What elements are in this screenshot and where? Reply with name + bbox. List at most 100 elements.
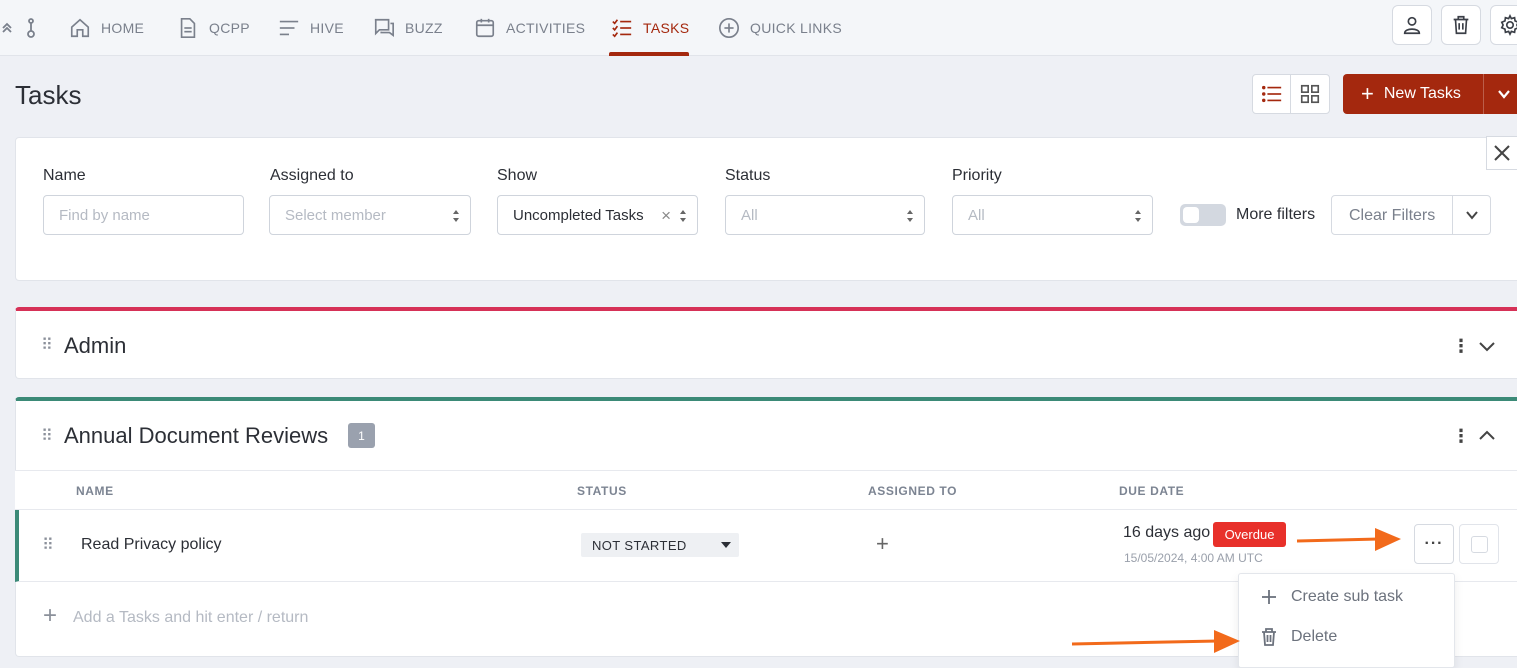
grid-icon — [1300, 84, 1320, 104]
add-task-plus-icon: + — [43, 602, 58, 629]
home-icon — [70, 18, 90, 38]
calendar-icon — [475, 18, 495, 38]
group-title: Annual Document Reviews — [64, 423, 329, 448]
status-filter-value: All — [741, 206, 758, 224]
checklist-icon — [612, 19, 632, 38]
more-filters-toggle[interactable] — [1180, 204, 1226, 226]
expand-group-button[interactable] — [1477, 336, 1497, 356]
task-name[interactable]: Read Privacy policy — [81, 536, 222, 554]
nav-quick-links-label: QUICK LINKS — [750, 20, 842, 36]
sort-arrows-icon — [453, 210, 459, 222]
active-tab-indicator — [609, 52, 689, 56]
nav-activities-label: ACTIVITIES — [506, 20, 586, 36]
group-title: Admin — [64, 333, 127, 358]
column-header-due-date[interactable]: DUE DATE — [1119, 484, 1184, 498]
group-admin — [15, 307, 1517, 379]
new-tasks-button[interactable]: + New Tasks — [1343, 74, 1517, 114]
group-menu-button[interactable]: ⋮ — [1452, 335, 1470, 357]
column-header-name[interactable]: NAME — [76, 484, 114, 498]
nav-hive-label: HIVE — [310, 20, 344, 36]
clear-filters-button[interactable]: Clear Filters — [1331, 195, 1491, 235]
new-tasks-label: New Tasks — [1383, 85, 1461, 102]
nav-qcpp-label: QCPP — [209, 20, 250, 36]
menu-item-delete[interactable]: Delete — [1259, 627, 1337, 647]
grid-view-button[interactable] — [1291, 75, 1329, 113]
gear-icon — [1500, 14, 1517, 36]
nav-qcpp[interactable]: QCPP — [177, 0, 250, 56]
chevron-up-icon — [1479, 430, 1495, 440]
nav-hive[interactable]: HIVE — [278, 0, 344, 56]
assigned-filter-select[interactable]: Select member — [269, 195, 471, 235]
add-task-input[interactable]: Add a Tasks and hit enter / return — [73, 609, 308, 627]
table-header — [15, 470, 1517, 510]
drag-handle-icon[interactable] — [22, 0, 40, 56]
sort-arrows-icon — [1135, 210, 1141, 222]
due-date-absolute: 15/05/2024, 4:00 AM UTC — [1124, 551, 1263, 565]
toggle-knob — [1183, 207, 1199, 223]
complete-task-button[interactable] — [1459, 524, 1499, 564]
clear-filters-dropdown-button[interactable] — [1452, 196, 1491, 234]
nav-buzz-label: BUZZ — [405, 20, 443, 36]
show-filter-label: Show — [497, 167, 538, 184]
drag-handle-icon[interactable]: ⠿ — [41, 426, 53, 446]
trash-icon — [1262, 628, 1276, 646]
list-icon — [1261, 85, 1281, 103]
show-filter-value: Uncompleted Tasks — [513, 206, 644, 224]
task-count-badge: 1 — [348, 423, 375, 448]
status-filter-label: Status — [725, 167, 771, 184]
annotation-arrow-icon — [1071, 630, 1240, 653]
menu-item-create-sub-task[interactable]: Create sub task — [1259, 587, 1403, 607]
document-icon — [180, 18, 196, 38]
settings-button[interactable] — [1490, 5, 1517, 45]
drag-handle-icon[interactable]: ⠿ — [41, 335, 53, 355]
nav-quick-links[interactable]: QUICK LINKS — [718, 0, 842, 56]
clear-value-icon[interactable]: × — [661, 206, 671, 226]
new-tasks-dropdown-button[interactable] — [1483, 74, 1517, 114]
drag-handle-icon[interactable]: ⠿ — [42, 535, 54, 555]
collapse-icon[interactable] — [0, 0, 14, 56]
column-header-assigned[interactable]: ASSIGNED TO — [868, 484, 957, 498]
collapse-group-button[interactable] — [1477, 426, 1497, 446]
show-filter-select[interactable]: Uncompleted Tasks × — [497, 195, 698, 235]
trash-button[interactable] — [1441, 5, 1481, 45]
name-filter-placeholder: Find by name — [59, 206, 150, 224]
assigned-filter-placeholder: Select member — [285, 206, 386, 224]
priority-filter-label: Priority — [952, 167, 1002, 184]
trash-icon — [1453, 15, 1469, 35]
clear-filters-label: Clear Filters — [1349, 207, 1436, 224]
view-toggle — [1252, 74, 1330, 114]
row-more-button[interactable]: ··· — [1414, 524, 1454, 564]
status-value: NOT STARTED — [592, 538, 687, 553]
list-view-button[interactable] — [1253, 75, 1292, 113]
assign-member-button[interactable]: + — [876, 531, 889, 557]
caret-down-icon — [721, 542, 731, 548]
name-filter-label: Name — [43, 167, 86, 184]
nav-buzz[interactable]: BUZZ — [373, 0, 443, 56]
status-filter-select[interactable]: All — [725, 195, 925, 235]
chevron-down-icon — [1479, 342, 1495, 352]
more-filters-label: More filters — [1236, 206, 1316, 223]
overdue-badge: Overdue — [1213, 522, 1286, 547]
chevron-down-icon — [1497, 90, 1510, 99]
menu-item-label: Create sub task — [1291, 588, 1404, 605]
status-dropdown[interactable]: NOT STARTED — [581, 533, 739, 557]
due-date-relative: 16 days ago — [1123, 524, 1211, 541]
table-row[interactable] — [15, 510, 1517, 582]
profile-button[interactable] — [1392, 5, 1432, 45]
nav-activities[interactable]: ACTIVITIES — [474, 0, 585, 56]
nav-home-label: HOME — [101, 20, 145, 36]
checkbox — [1471, 536, 1488, 553]
nav-home[interactable]: HOME — [69, 0, 144, 56]
nav-tasks[interactable]: TASKS — [611, 0, 689, 56]
more-horizontal-icon: ··· — [1424, 535, 1444, 552]
lines-icon — [279, 20, 299, 36]
group-menu-button[interactable]: ⋮ — [1452, 425, 1470, 447]
priority-filter-select[interactable]: All — [952, 195, 1153, 235]
column-header-status[interactable]: STATUS — [577, 484, 627, 498]
user-icon — [1403, 16, 1421, 35]
close-filters-button[interactable] — [1486, 136, 1517, 170]
nav-tasks-label: TASKS — [643, 20, 690, 36]
assigned-filter-label: Assigned to — [270, 167, 354, 184]
name-filter-input[interactable]: Find by name — [43, 195, 244, 235]
annotation-arrow-icon — [1296, 528, 1401, 551]
